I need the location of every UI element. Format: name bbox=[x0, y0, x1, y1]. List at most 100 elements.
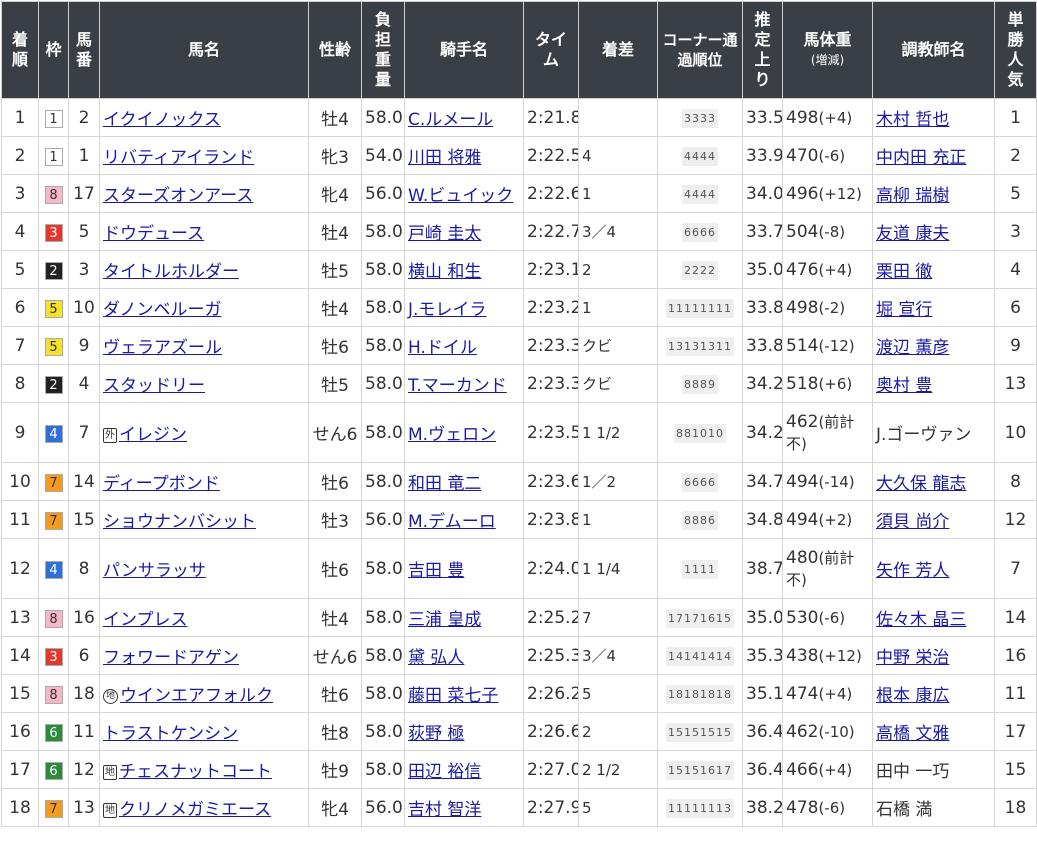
cell-trainer: 高柳 瑞樹 bbox=[872, 174, 995, 213]
horse-name-link[interactable]: リバティアイランド bbox=[103, 148, 254, 168]
jockey-link[interactable]: 吉村 智洋 bbox=[408, 800, 481, 820]
corner-positions: 11111111 bbox=[666, 299, 734, 318]
trainer-link[interactable]: 栗田 徹 bbox=[876, 262, 932, 282]
header-name[interactable]: 馬名 bbox=[99, 1, 309, 99]
jockey-link[interactable]: J.モレイラ bbox=[408, 300, 486, 320]
jockey-link[interactable]: 川田 将雅 bbox=[408, 148, 481, 168]
jockey-link[interactable]: C.ルメール bbox=[408, 110, 493, 130]
trainer-link[interactable]: 根本 康広 bbox=[876, 686, 949, 706]
header-num[interactable]: 馬番 bbox=[68, 1, 100, 99]
trainer-link[interactable]: 渡辺 薫彦 bbox=[876, 338, 949, 358]
rank-value: 9 bbox=[14, 422, 26, 443]
header-corner[interactable]: コーナー通過順位 bbox=[657, 1, 743, 99]
jockey-link[interactable]: 藤田 菜七子 bbox=[408, 686, 498, 706]
horse-name-link[interactable]: パンサラッサ bbox=[103, 561, 206, 581]
waku-badge: 5 bbox=[44, 299, 63, 318]
header-corner-label: コーナー通過順位 bbox=[662, 31, 738, 69]
rank-value: 2 bbox=[14, 145, 26, 166]
sex-age: 牡6 bbox=[321, 474, 349, 494]
horse-name-link[interactable]: クリノメガミエース bbox=[119, 800, 271, 820]
carried-weight: 56.0 bbox=[365, 509, 403, 530]
header-jockey[interactable]: 騎手名 bbox=[404, 1, 524, 99]
trainer-link[interactable]: 中内田 充正 bbox=[876, 148, 966, 168]
horse-name-link[interactable]: スターズオンアース bbox=[103, 186, 253, 206]
jockey-link[interactable]: H.ドイル bbox=[408, 338, 477, 358]
cell-horse-name: スタッドリー bbox=[99, 364, 309, 403]
horse-name-link[interactable]: ダノンベルーガ bbox=[103, 300, 222, 320]
body-weight: 496 bbox=[786, 183, 819, 204]
cell-margin: クビ bbox=[578, 326, 658, 365]
cell-sexage: 牝4 bbox=[308, 788, 362, 827]
trainer-link[interactable]: 奥村 豊 bbox=[876, 376, 932, 396]
cell-margin bbox=[578, 98, 658, 137]
jockey-link[interactable]: T.マーカンド bbox=[408, 376, 507, 396]
jockey-link[interactable]: 黛 弘人 bbox=[408, 648, 464, 668]
horse-name-link[interactable]: イレジン bbox=[119, 425, 187, 445]
trainer-link[interactable]: 須貝 尚介 bbox=[876, 512, 949, 532]
header-margin[interactable]: 着差 bbox=[578, 1, 658, 99]
header-pop[interactable]: 単勝人気 bbox=[994, 1, 1037, 99]
horse-name-link[interactable]: スタッドリー bbox=[103, 376, 205, 396]
cell-body-weight: 480(前計不) bbox=[782, 538, 873, 599]
header-sexage[interactable]: 性齢 bbox=[308, 1, 362, 99]
jockey-link[interactable]: 吉田 豊 bbox=[408, 561, 464, 581]
horse-name-link[interactable]: インプレス bbox=[103, 610, 188, 630]
trainer-link[interactable]: 中野 栄治 bbox=[876, 648, 949, 668]
horse-name-link[interactable]: ウインエアフォルク bbox=[120, 686, 273, 706]
cell-popularity: 3 bbox=[994, 212, 1037, 251]
horse-name-link[interactable]: ショウナンバシット bbox=[103, 512, 256, 532]
margin-value: 1 bbox=[582, 184, 592, 203]
horse-name-link[interactable]: ヴェラアズール bbox=[103, 338, 222, 358]
cell-jockey: M.ヴェロン bbox=[404, 402, 524, 463]
trainer-link[interactable]: 高柳 瑞樹 bbox=[876, 186, 949, 206]
carried-weight: 58.0 bbox=[365, 373, 403, 394]
cell-time: 2:25.2 bbox=[523, 598, 579, 637]
trainer-link[interactable]: 友道 康夫 bbox=[876, 224, 949, 244]
trainer-link[interactable]: 佐々木 晶三 bbox=[876, 610, 966, 630]
cell-weight: 56.0 bbox=[361, 174, 405, 213]
cell-margin: 3／4 bbox=[578, 212, 658, 251]
jockey-link[interactable]: W.ビュイック bbox=[408, 186, 513, 206]
horse-name-link[interactable]: イクイノックス bbox=[103, 110, 221, 130]
jockey-link[interactable]: 三浦 皇成 bbox=[408, 610, 481, 630]
jockey-link[interactable]: M.ヴェロン bbox=[408, 425, 496, 445]
cell-jockey: T.マーカンド bbox=[404, 364, 524, 403]
body-weight-diff: (+4) bbox=[818, 260, 853, 279]
jockey-link[interactable]: 戸崎 圭太 bbox=[408, 224, 481, 244]
header-last3f[interactable]: 推定上り bbox=[742, 1, 783, 99]
header-waku[interactable]: 枠 bbox=[38, 1, 69, 99]
horse-name-link[interactable]: フォワードアゲン bbox=[103, 648, 239, 668]
cell-num: 14 bbox=[68, 462, 100, 501]
jockey-link[interactable]: 荻野 極 bbox=[408, 724, 464, 744]
sex-age: 牡4 bbox=[321, 610, 349, 630]
trainer-link[interactable]: 木村 哲也 bbox=[876, 110, 949, 130]
header-weight[interactable]: 負担重量 bbox=[361, 1, 405, 99]
trainer-link[interactable]: 矢作 芳人 bbox=[876, 561, 949, 581]
horse-name-link[interactable]: トラストケンシン bbox=[103, 724, 238, 744]
jockey-link[interactable]: 田辺 裕信 bbox=[408, 762, 481, 782]
last-3f: 34.2 bbox=[746, 373, 783, 394]
sex-age: 牡6 bbox=[321, 338, 349, 358]
header-trainer[interactable]: 調教師名 bbox=[872, 1, 995, 99]
sex-age: 牡4 bbox=[321, 110, 349, 130]
corner-positions: 4444 bbox=[682, 185, 718, 204]
horse-name-link[interactable]: タイトルホルダー bbox=[103, 262, 239, 282]
jockey-link[interactable]: 和田 竜二 bbox=[408, 474, 481, 494]
cell-num: 16 bbox=[68, 598, 100, 637]
header-time[interactable]: タイム bbox=[523, 1, 579, 99]
table-row: 12 4 8 パンサラッサ 牡6 58.0 吉田 豊 2:24.0 1 1/4 1111 38.7 4… bbox=[1, 538, 1037, 599]
cell-time: 2:23.1 bbox=[523, 250, 579, 289]
jockey-link[interactable]: M.デムーロ bbox=[408, 512, 496, 532]
horse-name-link[interactable]: ディープボンド bbox=[103, 474, 220, 494]
trainer-link[interactable]: 大久保 龍志 bbox=[876, 474, 966, 494]
horse-name-link[interactable]: チェスナットコート bbox=[119, 762, 272, 782]
race-time: 2:26.2 bbox=[527, 683, 579, 704]
jockey-link[interactable]: 横山 和生 bbox=[408, 262, 481, 282]
waku-badge: 6 bbox=[44, 723, 63, 742]
trainer-link[interactable]: 堀 宣行 bbox=[876, 300, 932, 320]
header-body-weight[interactable]: 馬体重 (増減) bbox=[782, 1, 873, 99]
header-rank[interactable]: 着順 bbox=[1, 1, 39, 99]
horse-name-link[interactable]: ドウデュース bbox=[103, 224, 204, 244]
cell-margin: 1 bbox=[578, 500, 658, 539]
trainer-link[interactable]: 高橋 文雅 bbox=[876, 724, 949, 744]
